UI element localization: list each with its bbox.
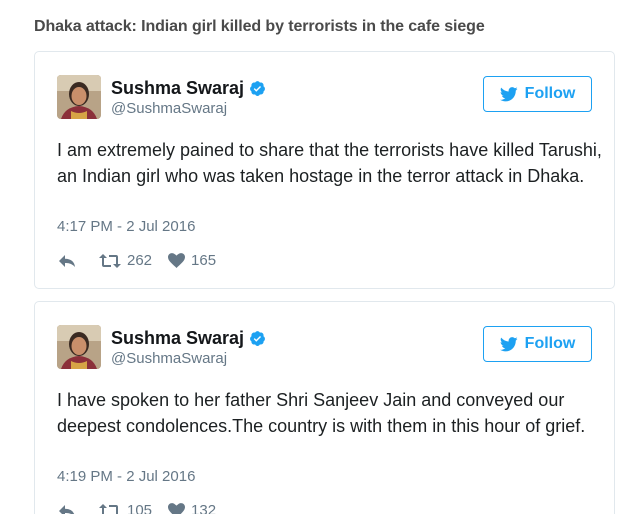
embedded-tweet: Sushma Swaraj @SushmaSwaraj Follow I am … bbox=[34, 51, 615, 289]
tweet-timestamp[interactable]: 4:17 PM - 2 Jul 2016 bbox=[57, 218, 195, 235]
article-headline: Dhaka attack: Indian girl killed by terr… bbox=[34, 18, 485, 35]
verified-badge-icon bbox=[249, 80, 266, 97]
tweet-actions: 262 165 bbox=[57, 252, 216, 269]
avatar[interactable] bbox=[57, 75, 101, 119]
twitter-bird-icon bbox=[499, 86, 518, 102]
retweet-icon bbox=[99, 503, 121, 514]
follow-label: Follow bbox=[524, 85, 576, 102]
tweet-text: I am extremely pained to share that the … bbox=[57, 140, 602, 186]
heart-icon bbox=[168, 253, 186, 268]
tweet-timestamp[interactable]: 4:19 PM - 2 Jul 2016 bbox=[57, 468, 195, 485]
follow-label: Follow bbox=[524, 335, 576, 352]
author-name[interactable]: Sushma Swaraj bbox=[111, 78, 244, 99]
embedded-tweet: Sushma Swaraj @SushmaSwaraj Follow I hav… bbox=[34, 301, 615, 514]
tweet-actions: 105 132 bbox=[57, 502, 216, 514]
avatar-image bbox=[57, 325, 101, 369]
like-button[interactable]: 132 bbox=[168, 502, 216, 514]
follow-button[interactable]: Follow bbox=[483, 76, 592, 112]
like-button[interactable]: 165 bbox=[168, 252, 216, 269]
tweet-author: Sushma Swaraj @SushmaSwaraj bbox=[111, 77, 266, 117]
avatar[interactable] bbox=[57, 325, 101, 369]
author-name[interactable]: Sushma Swaraj bbox=[111, 328, 244, 349]
retweet-button[interactable]: 105 bbox=[99, 502, 152, 514]
reply-icon bbox=[59, 254, 75, 267]
twitter-bird-icon bbox=[499, 336, 518, 352]
retweet-count: 105 bbox=[127, 502, 153, 514]
author-handle[interactable]: @SushmaSwaraj bbox=[111, 350, 266, 367]
retweet-icon bbox=[99, 253, 121, 268]
reply-button[interactable] bbox=[57, 253, 77, 269]
like-count: 132 bbox=[191, 502, 217, 514]
page: Dhaka attack: Indian girl killed by terr… bbox=[0, 0, 643, 514]
heart-icon bbox=[168, 503, 186, 514]
follow-button[interactable]: Follow bbox=[483, 326, 592, 362]
verified-badge-icon bbox=[249, 330, 266, 347]
avatar-image bbox=[57, 75, 101, 119]
author-handle[interactable]: @SushmaSwaraj bbox=[111, 100, 266, 117]
retweet-button[interactable]: 262 bbox=[99, 252, 152, 269]
like-count: 165 bbox=[191, 252, 217, 269]
reply-icon bbox=[59, 504, 75, 514]
tweet-author: Sushma Swaraj @SushmaSwaraj bbox=[111, 327, 266, 367]
tweet-text: I have spoken to her father Shri Sanjeev… bbox=[57, 390, 586, 436]
reply-button[interactable] bbox=[57, 503, 77, 514]
retweet-count: 262 bbox=[127, 252, 153, 269]
